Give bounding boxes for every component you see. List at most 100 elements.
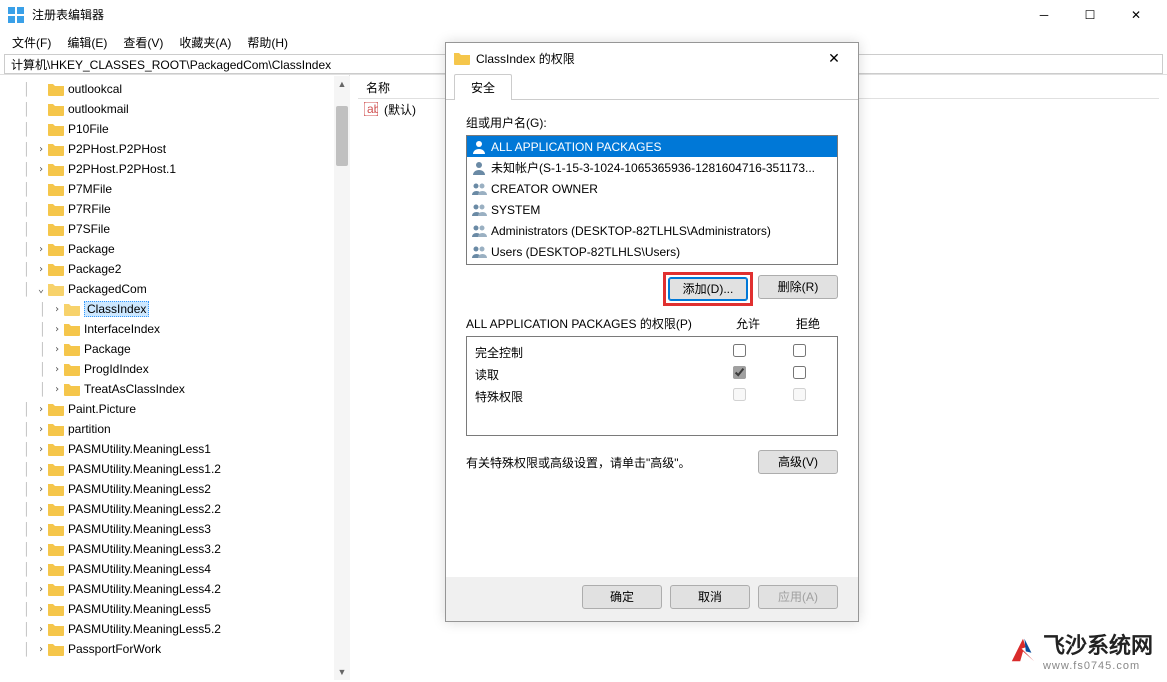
user-list-item[interactable]: 未知帐户(S-1-15-3-1024-1065365936-1281604716… (467, 157, 837, 178)
menu-help[interactable]: 帮助(H) (239, 32, 296, 53)
remove-button[interactable]: 删除(R) (758, 275, 838, 299)
tree-item[interactable]: │ › PASMUtility.MeaningLess5.2 (0, 619, 349, 639)
allow-checkbox (733, 388, 746, 401)
maximize-button[interactable]: ☐ (1067, 0, 1113, 30)
expand-icon[interactable]: › (34, 504, 48, 515)
minimize-button[interactable]: ─ (1021, 0, 1067, 30)
tree-item[interactable]: │ › PASMUtility.MeaningLess1.2 (0, 459, 349, 479)
expand-icon[interactable]: › (34, 484, 48, 495)
tree-item[interactable]: │ › PASMUtility.MeaningLess1 (0, 439, 349, 459)
apply-button[interactable]: 应用(A) (758, 585, 838, 609)
tree-item[interactable]: │ › partition (0, 419, 349, 439)
expand-icon[interactable]: › (50, 304, 64, 315)
user-list-item[interactable]: Users (DESKTOP-82TLHLS\Users) (467, 241, 837, 262)
tree-item[interactable]: │ P7SFile (0, 219, 349, 239)
tree-item[interactable]: │ › ClassIndex (0, 299, 349, 319)
tree-item-label: PackagedCom (68, 282, 147, 296)
tree-item[interactable]: │ outlookmail (0, 99, 349, 119)
dialog-title: ClassIndex 的权限 (476, 50, 818, 67)
expand-icon[interactable]: › (34, 164, 48, 175)
values-col-name[interactable]: 名称 (358, 79, 398, 96)
watermark-logo-icon (1009, 636, 1037, 664)
tree-item[interactable]: │ › Package (0, 239, 349, 259)
tree-item[interactable]: │ › PASMUtility.MeaningLess4.2 (0, 579, 349, 599)
advanced-button[interactable]: 高级(V) (758, 450, 838, 474)
tree-item[interactable]: │ › Paint.Picture (0, 399, 349, 419)
tree-item[interactable]: │ › PASMUtility.MeaningLess3.2 (0, 539, 349, 559)
tree-item[interactable]: │ P10File (0, 119, 349, 139)
permission-row: 特殊权限 (467, 385, 837, 407)
expand-icon[interactable]: › (34, 244, 48, 255)
tree-item[interactable]: │ › TreatAsClassIndex (0, 379, 349, 399)
tree-item[interactable]: │ › PASMUtility.MeaningLess5 (0, 599, 349, 619)
tree-item[interactable]: │ P7MFile (0, 179, 349, 199)
user-list-item[interactable]: SYSTEM (467, 199, 837, 220)
expand-icon[interactable]: › (34, 544, 48, 555)
expand-icon[interactable]: › (34, 644, 48, 655)
expand-icon[interactable]: › (34, 464, 48, 475)
users-listbox[interactable]: ALL APPLICATION PACKAGES 未知帐户(S-1-15-3-1… (466, 135, 838, 265)
tree-item[interactable]: │ › PASMUtility.MeaningLess3 (0, 519, 349, 539)
tree-item-label: partition (68, 422, 111, 436)
dialog-titlebar[interactable]: ClassIndex 的权限 ✕ (446, 43, 858, 73)
add-button[interactable]: 添加(D)... (668, 277, 748, 301)
scroll-down-icon[interactable]: ▼ (334, 664, 350, 680)
menu-view[interactable]: 查看(V) (115, 32, 171, 53)
default-value-name: (默认) (384, 101, 416, 118)
allow-col-header: 允许 (718, 315, 778, 332)
user-item-label: 未知帐户(S-1-15-3-1024-1065365936-1281604716… (491, 159, 815, 176)
expand-icon[interactable]: › (34, 604, 48, 615)
expand-icon[interactable]: › (34, 584, 48, 595)
expand-icon[interactable]: › (34, 624, 48, 635)
tree-item[interactable]: │ › PASMUtility.MeaningLess2.2 (0, 499, 349, 519)
expand-icon[interactable]: › (34, 564, 48, 575)
tree-item[interactable]: │ P7RFile (0, 199, 349, 219)
expand-icon[interactable]: › (34, 424, 48, 435)
expand-icon[interactable]: › (34, 444, 48, 455)
scrollbar-thumb[interactable] (336, 106, 348, 166)
tree-item[interactable]: │ › P2PHost.P2PHost (0, 139, 349, 159)
tree-item-label: P10File (68, 122, 109, 136)
menu-fav[interactable]: 收藏夹(A) (171, 32, 239, 53)
user-list-item[interactable]: ALL APPLICATION PACKAGES (467, 136, 837, 157)
tree-item[interactable]: │ › P2PHost.P2PHost.1 (0, 159, 349, 179)
ok-button[interactable]: 确定 (582, 585, 662, 609)
menu-edit[interactable]: 编辑(E) (59, 32, 115, 53)
tree-item-label: TreatAsClassIndex (84, 382, 185, 396)
user-list-item[interactable]: Administrators (DESKTOP-82TLHLS\Administ… (467, 220, 837, 241)
expand-icon[interactable]: › (50, 344, 64, 355)
expand-icon[interactable]: › (34, 404, 48, 415)
tab-security[interactable]: 安全 (454, 74, 512, 100)
close-button[interactable]: ✕ (1113, 0, 1159, 30)
tree-item[interactable]: │ › PassportForWork (0, 639, 349, 659)
deny-checkbox[interactable] (793, 344, 806, 357)
expand-icon[interactable]: › (50, 384, 64, 395)
permission-name: 特殊权限 (475, 388, 709, 405)
tree-item-label: PASMUtility.MeaningLess2 (68, 482, 211, 496)
tree-item[interactable]: │ › ProgIdIndex (0, 359, 349, 379)
allow-checkbox[interactable] (733, 366, 746, 379)
group-users-label: 组或用户名(G): (466, 114, 838, 131)
deny-checkbox[interactable] (793, 366, 806, 379)
expand-icon[interactable]: › (34, 264, 48, 275)
cancel-button[interactable]: 取消 (670, 585, 750, 609)
tree-item[interactable]: │ › PASMUtility.MeaningLess4 (0, 559, 349, 579)
expand-icon[interactable]: › (50, 324, 64, 335)
tree-item[interactable]: │ › InterfaceIndex (0, 319, 349, 339)
expand-icon[interactable]: › (50, 364, 64, 375)
tree-item[interactable]: │ › Package (0, 339, 349, 359)
dialog-close-button[interactable]: ✕ (818, 44, 850, 72)
allow-checkbox[interactable] (733, 344, 746, 357)
expand-icon[interactable]: › (34, 144, 48, 155)
tree-item[interactable]: │ › PASMUtility.MeaningLess2 (0, 479, 349, 499)
expand-icon[interactable]: › (34, 524, 48, 535)
scroll-up-icon[interactable]: ▲ (334, 76, 350, 92)
registry-tree[interactable]: │ outlookcal │ outlookmail │ P10File │ ›… (0, 75, 350, 680)
menu-file[interactable]: 文件(F) (4, 32, 59, 53)
tree-item-label: Package (84, 342, 131, 356)
user-list-item[interactable]: CREATOR OWNER (467, 178, 837, 199)
tree-item[interactable]: │ › Package2 (0, 259, 349, 279)
expand-icon[interactable]: ⌄ (34, 284, 48, 295)
tree-item[interactable]: │ outlookcal (0, 79, 349, 99)
tree-item[interactable]: │ ⌄ PackagedCom (0, 279, 349, 299)
